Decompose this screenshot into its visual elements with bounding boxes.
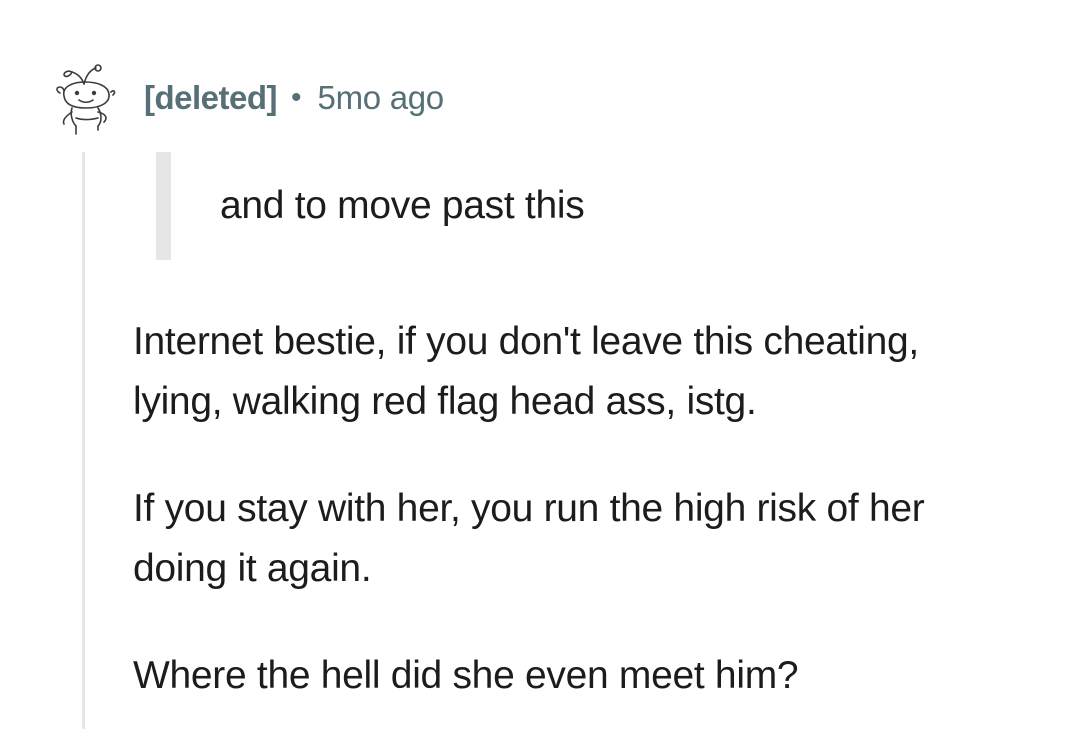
author-name[interactable]: [deleted] [144,79,278,117]
comment: [deleted] • 5mo ago and to move past thi… [0,0,1080,729]
paragraph: Internet bestie, if you don't leave this… [133,312,1033,432]
paragraph-line: lying, walking red flag head ass, istg. [133,380,757,423]
blockquote-text: and to move past this [220,184,585,227]
blockquote: and to move past this [156,152,856,260]
paragraph-line: Internet bestie, if you don't leave this… [133,320,919,363]
paragraph-line: doing it again. [133,547,372,590]
comment-body: Internet bestie, if you don't leave this… [133,312,1033,706]
paragraph-line: Where the hell did she even meet him? [133,654,799,697]
comment-header: [deleted] • 5mo ago [144,78,444,118]
blockquote-bar [156,152,171,260]
paragraph-line: If you stay with her, you run the high r… [133,487,925,530]
meta-separator: • [291,81,302,114]
thread-line[interactable] [82,152,85,729]
paragraph: Where the hell did she even meet him? [133,646,1033,706]
snoo-avatar-icon[interactable] [54,62,116,136]
paragraph: If you stay with her, you run the high r… [133,479,1033,599]
timestamp[interactable]: 5mo ago [318,79,445,117]
